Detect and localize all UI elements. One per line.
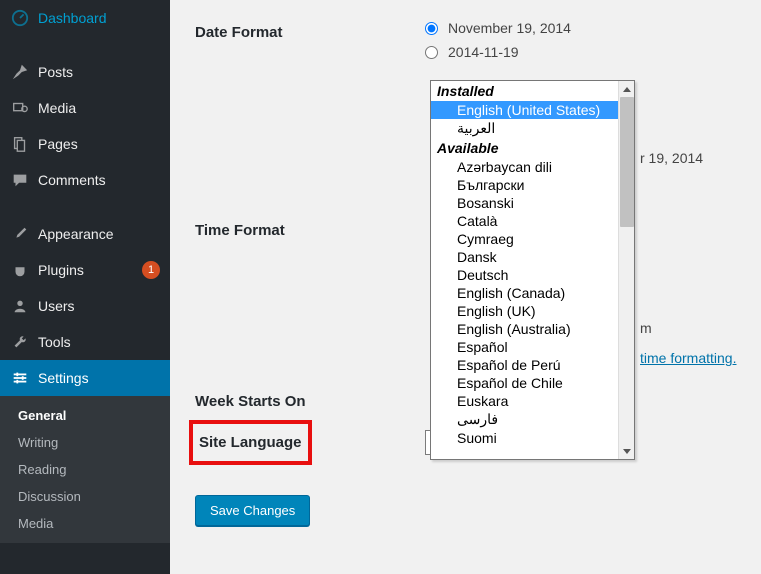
sidebar-label: Dashboard	[38, 10, 160, 26]
date-radio-2[interactable]	[425, 46, 438, 59]
submenu-item-reading[interactable]: Reading	[0, 456, 170, 483]
sidebar-label: Comments	[38, 172, 160, 188]
dropdown-option[interactable]: العربية	[431, 119, 618, 138]
sidebar-label: Pages	[38, 136, 160, 152]
partial-date-text: r 19, 2014	[640, 150, 703, 166]
date-radio-1[interactable]	[425, 22, 438, 35]
time-format-label: Time Format	[195, 218, 425, 239]
date-option-1: November 19, 2014	[425, 20, 736, 36]
scroll-down-icon[interactable]	[619, 443, 634, 459]
site-language-label: Site Language	[199, 434, 302, 451]
dropdown-option[interactable]: English (Australia)	[431, 320, 618, 338]
dropdown-option[interactable]: Cymraeg	[431, 230, 618, 248]
sidebar-label: Appearance	[38, 226, 160, 242]
highlight-box: Site Language	[189, 420, 312, 465]
sidebar-label: Plugins	[38, 262, 138, 278]
dropdown-option[interactable]: Euskara	[431, 392, 618, 410]
settings-submenu: General Writing Reading Discussion Media	[0, 396, 170, 543]
dropdown-option[interactable]: English (UK)	[431, 302, 618, 320]
sidebar-item-posts[interactable]: Posts	[0, 54, 170, 90]
date-radio-1-label: November 19, 2014	[448, 20, 571, 36]
gear-icon	[10, 368, 30, 388]
week-starts-label: Week Starts On	[195, 389, 425, 410]
dropdown-option[interactable]: Bosanski	[431, 194, 618, 212]
sidebar-item-tools[interactable]: Tools	[0, 324, 170, 360]
dropdown-option[interactable]: English (Canada)	[431, 284, 618, 302]
submenu-item-media[interactable]: Media	[0, 510, 170, 537]
language-dropdown-list: Installed English (United States) العربي…	[431, 81, 618, 459]
wrench-icon	[10, 332, 30, 352]
submenu-item-discussion[interactable]: Discussion	[0, 483, 170, 510]
sidebar-label: Media	[38, 100, 160, 116]
sidebar-item-comments[interactable]: Comments	[0, 162, 170, 198]
dropdown-group-installed: Installed	[431, 81, 618, 101]
sidebar-item-settings[interactable]: Settings	[0, 360, 170, 396]
sidebar-label: Tools	[38, 334, 160, 350]
plugin-icon	[10, 260, 30, 280]
dropdown-option[interactable]: Español de Perú	[431, 356, 618, 374]
date-format-label: Date Format	[195, 20, 425, 68]
dropdown-option[interactable]: Български	[431, 176, 618, 194]
dropdown-option[interactable]: Español de Chile	[431, 374, 618, 392]
brush-icon	[10, 224, 30, 244]
page-icon	[10, 134, 30, 154]
site-language-label-wrap: Site Language	[195, 430, 425, 455]
submenu-item-writing[interactable]: Writing	[0, 429, 170, 456]
dropdown-scrollbar[interactable]	[618, 81, 634, 459]
submenu-item-general[interactable]: General	[0, 402, 170, 429]
date-radio-2-label: 2014-11-19	[448, 44, 519, 60]
save-button[interactable]: Save Changes	[195, 495, 310, 526]
pin-icon	[10, 62, 30, 82]
user-icon	[10, 296, 30, 316]
date-format-field: November 19, 2014 2014-11-19	[425, 20, 736, 68]
sidebar-item-media[interactable]: Media	[0, 90, 170, 126]
sidebar-label: Users	[38, 298, 160, 314]
dropdown-option[interactable]: Suomi	[431, 429, 618, 447]
dropdown-option[interactable]: Català	[431, 212, 618, 230]
date-format-row: Date Format November 19, 2014 2014-11-19	[195, 20, 736, 68]
date-option-2: 2014-11-19	[425, 44, 736, 60]
comment-icon	[10, 170, 30, 190]
sidebar-item-appearance[interactable]: Appearance	[0, 216, 170, 252]
dropdown-option[interactable]: Deutsch	[431, 266, 618, 284]
dropdown-option[interactable]: Azərbaycan dili	[431, 158, 618, 176]
sidebar-item-users[interactable]: Users	[0, 288, 170, 324]
admin-sidebar: Dashboard Posts Media Pages Comments App…	[0, 0, 170, 574]
sidebar-item-plugins[interactable]: Plugins 1	[0, 252, 170, 288]
dashboard-icon	[10, 8, 30, 28]
dropdown-option[interactable]: Dansk	[431, 248, 618, 266]
sidebar-label: Settings	[38, 370, 160, 386]
language-dropdown: Installed English (United States) العربي…	[430, 80, 635, 460]
sidebar-label: Posts	[38, 64, 160, 80]
sidebar-item-dashboard[interactable]: Dashboard	[0, 0, 170, 36]
dropdown-group-available: Available	[431, 138, 618, 158]
partial-m-text: m	[640, 320, 652, 336]
dropdown-option[interactable]: Español	[431, 338, 618, 356]
media-icon	[10, 98, 30, 118]
update-badge: 1	[142, 261, 160, 279]
time-formatting-link[interactable]: time formatting.	[640, 350, 736, 366]
dropdown-option[interactable]: English (United States)	[431, 101, 618, 119]
scroll-up-icon[interactable]	[619, 81, 634, 97]
dropdown-option[interactable]: فارسی	[431, 410, 618, 429]
sidebar-item-pages[interactable]: Pages	[0, 126, 170, 162]
scroll-thumb[interactable]	[620, 97, 634, 227]
